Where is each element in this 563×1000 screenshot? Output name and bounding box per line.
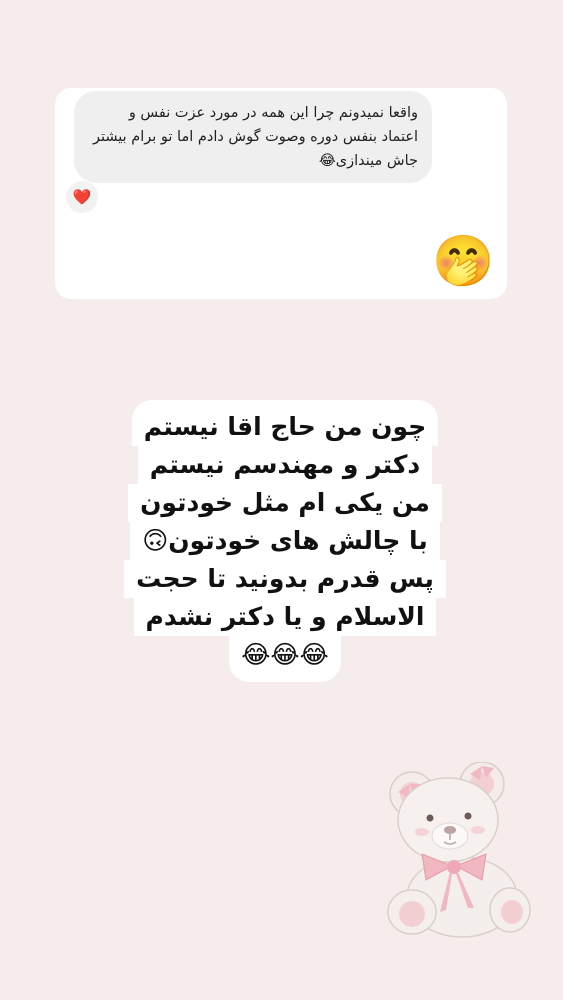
caption-line: با چالش های خودتون🙃	[130, 522, 440, 560]
story-reply-card: واقعا نمیدونم چرا این همه در مورد عزت نف…	[55, 88, 507, 299]
heart-reaction-icon[interactable]: ❤️	[65, 180, 99, 214]
caption-line: من یکی ام مثل خودتون	[128, 484, 442, 522]
teddy-bear-icon	[387, 762, 531, 938]
caption-line: 😂😂😂	[229, 636, 341, 682]
caption-line: پس قدرم بدونید تا حجت	[124, 560, 446, 598]
face-with-hand-over-mouth-icon: 🤭	[432, 232, 495, 290]
caption-line: دکتر و مهندسم نیستم	[137, 446, 433, 484]
story-caption: چون من حاج اقا نیستم دکتر و مهندسم نیستم…	[112, 400, 458, 682]
caption-line: الاسلام و یا دکتر نشدم	[133, 598, 437, 636]
caption-line: چون من حاج اقا نیستم	[131, 400, 439, 446]
message-bubble[interactable]: واقعا نمیدونم چرا این همه در مورد عزت نف…	[74, 91, 432, 183]
